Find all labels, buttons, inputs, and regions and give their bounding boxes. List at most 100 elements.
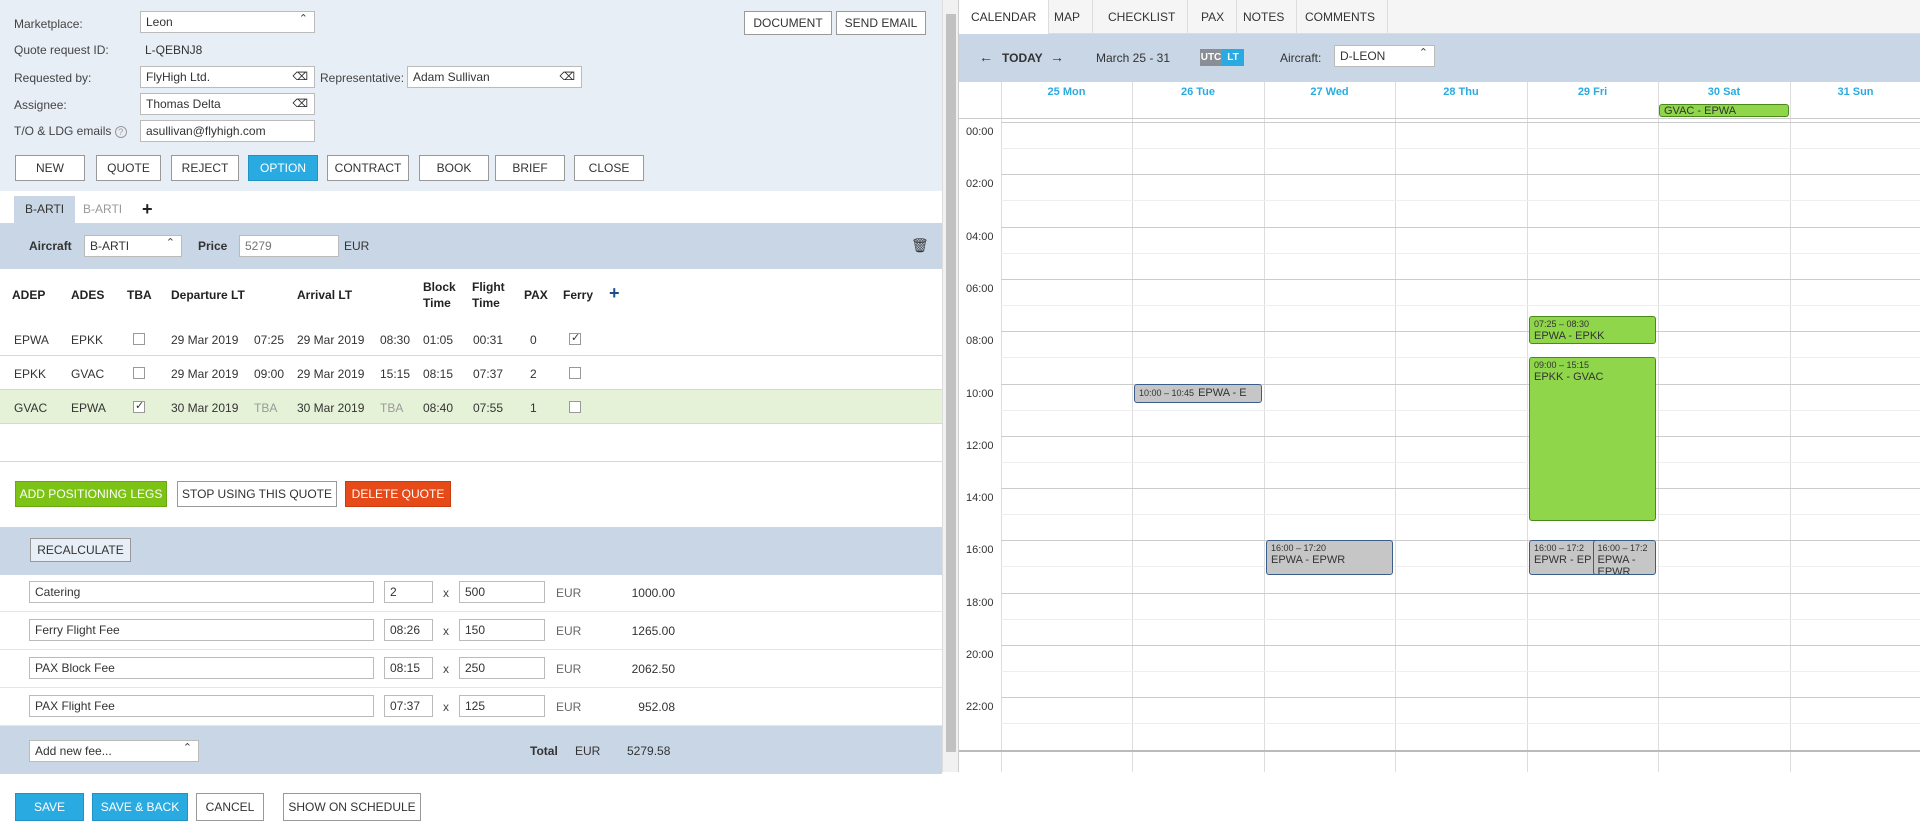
emails-field[interactable]: asullivan@flyhigh.com — [140, 120, 315, 142]
save-and-back-button[interactable]: SAVE & BACK — [92, 793, 188, 821]
fee-name-field[interactable]: PAX Block Fee — [29, 657, 374, 679]
scrollbar-thumb[interactable] — [946, 14, 956, 752]
aircraft-select[interactable]: B-ARTI — [84, 235, 182, 257]
assignee-field[interactable]: Thomas Delta ⌫ — [140, 93, 315, 115]
fee-name-field[interactable]: PAX Flight Fee — [29, 695, 374, 717]
fee-qty-field[interactable]: 08:26 — [384, 619, 433, 641]
clear-icon[interactable]: ⌫ — [292, 70, 308, 83]
status-button-brief[interactable]: BRIEF — [495, 155, 565, 181]
fee-name-field[interactable]: Ferry Flight Fee — [29, 619, 374, 641]
add-leg-icon[interactable]: + — [609, 283, 620, 304]
representative-field[interactable]: Adam Sullivan ⌫ — [407, 66, 582, 88]
leg-arr-date[interactable]: 29 Mar 2019 — [297, 333, 364, 347]
day-divider — [1001, 82, 1002, 772]
fee-times: x — [443, 662, 449, 676]
calendar-event[interactable]: 16:00 – 17:2 EPWR - EP — [1529, 540, 1599, 576]
calendar-event[interactable]: 16:00 – 17:20 EPWA - EPWR — [1266, 540, 1393, 576]
leg-dep-time[interactable]: 07:25 — [254, 333, 284, 347]
status-button-quote[interactable]: QUOTE — [96, 155, 161, 181]
tba-checkbox[interactable] — [133, 399, 145, 413]
calendar-event[interactable]: 10:00 – 10:45 EPWA - E — [1134, 383, 1262, 404]
hour-line — [1001, 278, 1920, 280]
clear-icon[interactable]: ⌫ — [559, 70, 575, 83]
help-icon[interactable]: ? — [114, 126, 127, 138]
clear-icon[interactable]: ⌫ — [292, 97, 308, 110]
tab-quote-2[interactable]: B-ARTI — [72, 196, 133, 223]
add-tab-icon[interactable]: + — [131, 196, 164, 223]
leg-dep-time[interactable]: 09:00 — [254, 367, 284, 381]
delete-quote-button[interactable]: DELETE QUOTE — [345, 481, 451, 507]
tab-quote-1[interactable]: B-ARTI — [14, 196, 76, 223]
leg-arr-date[interactable]: 29 Mar 2019 — [297, 367, 364, 381]
calendar-event[interactable]: 09:00 – 15:15 EPKK - GVAC — [1529, 357, 1656, 521]
fee-rate-field[interactable]: 150 — [459, 619, 545, 641]
cancel-button[interactable]: CANCEL — [196, 793, 264, 821]
price-input[interactable] — [239, 235, 339, 257]
recalculate-button[interactable]: RECALCULATE — [30, 538, 131, 562]
tab-checklist[interactable]: CHECKLIST — [1096, 0, 1189, 34]
utc-toggle[interactable]: UTC — [1200, 49, 1222, 66]
cal-aircraft-select[interactable]: D-LEON — [1334, 45, 1435, 67]
fee-qty-field[interactable]: 2 — [384, 581, 433, 603]
status-button-contract[interactable]: CONTRACT — [327, 155, 409, 181]
lt-toggle[interactable]: LT — [1222, 49, 1244, 66]
tba-checkbox[interactable] — [133, 333, 145, 345]
status-button-close[interactable]: CLOSE — [574, 155, 644, 181]
arrow-right-icon[interactable]: → — [1050, 49, 1064, 65]
tab-notes[interactable]: NOTES — [1231, 0, 1298, 34]
hour-label: 12:00 — [966, 439, 994, 452]
tba-checkbox[interactable] — [133, 367, 145, 379]
leg-arr-time[interactable]: 15:15 — [380, 367, 410, 381]
trash-icon[interactable]: 🗑 — [911, 237, 929, 254]
leg-flight: 00:31 — [473, 333, 504, 347]
allday-event[interactable]: GVAC - EPWA — [1659, 104, 1789, 117]
marketplace-select[interactable]: Leon — [140, 11, 315, 33]
tab-map[interactable]: MAP — [1042, 0, 1094, 34]
arrow-left-icon[interactable]: ← — [979, 49, 993, 65]
ferry-checkbox[interactable] — [569, 401, 581, 413]
save-button[interactable]: SAVE — [15, 793, 84, 821]
emails-label-text: T/O & LDG emails — [14, 124, 112, 138]
leg-dep-time[interactable]: TBA — [254, 401, 277, 415]
tab-calendar[interactable]: CALENDAR — [959, 0, 1050, 34]
leg-dep-date[interactable]: 29 Mar 2019 — [171, 367, 238, 381]
leg-pax[interactable]: 2 — [530, 367, 537, 381]
leg-dep-date[interactable]: 29 Mar 2019 — [171, 333, 238, 347]
requested-by-field[interactable]: FlyHigh Ltd. ⌫ — [140, 66, 315, 88]
send-email-button[interactable]: SEND EMAIL — [836, 11, 926, 35]
half-hour-line — [1001, 514, 1920, 516]
calendar-event[interactable]: 07:25 – 08:30 EPWA - EPKK — [1529, 316, 1656, 345]
ferry-checkbox[interactable] — [569, 367, 581, 379]
leg-dep-date[interactable]: 30 Mar 2019 — [171, 401, 238, 415]
leg-pax[interactable]: 1 — [530, 401, 537, 415]
hour-label: 00:00 — [966, 126, 994, 138]
document-button[interactable]: DOCUMENT — [744, 11, 832, 35]
show-on-schedule-button[interactable]: SHOW ON SCHEDULE — [283, 793, 421, 821]
leg-adep: EPWA — [14, 333, 49, 347]
fee-row: PAX Flight Fee 07:37 x 125 EUR 952.08 — [0, 688, 942, 726]
fee-rate-field[interactable]: 500 — [459, 581, 545, 603]
fee-name-field[interactable]: Catering — [29, 581, 374, 603]
stop-using-quote-button[interactable]: STOP USING THIS QUOTE — [177, 481, 337, 507]
leg-pax[interactable]: 0 — [530, 333, 537, 347]
status-button-option[interactable]: OPTION — [248, 155, 318, 181]
leg-arr-date[interactable]: 30 Mar 2019 — [297, 401, 364, 415]
tab-comments[interactable]: COMMENTS — [1293, 0, 1388, 34]
status-button-reject[interactable]: REJECT — [171, 155, 239, 181]
fee-qty-field[interactable]: 08:15 — [384, 657, 433, 679]
ferry-checkbox[interactable] — [569, 331, 581, 345]
col-flight-2: Time — [472, 296, 500, 310]
status-button-new[interactable]: NEW — [15, 155, 85, 181]
status-button-book[interactable]: BOOK — [419, 155, 489, 181]
tab-pax[interactable]: PAX — [1189, 0, 1238, 34]
fee-rate-field[interactable]: 250 — [459, 657, 545, 679]
fee-qty-field[interactable]: 07:37 — [384, 695, 433, 717]
leg-arr-time[interactable]: 08:30 — [380, 333, 410, 347]
fee-rate-field[interactable]: 125 — [459, 695, 545, 717]
scrollbar[interactable] — [942, 0, 958, 772]
leg-arr-time[interactable]: TBA — [380, 401, 403, 415]
today-button[interactable]: TODAY — [1002, 51, 1043, 65]
add-positioning-legs-button[interactable]: ADD POSITIONING LEGS — [15, 481, 167, 507]
calendar-event[interactable]: 16:00 – 17:2 EPWA - EPWR — [1592, 540, 1656, 576]
add-fee-select[interactable]: Add new fee... — [29, 740, 199, 762]
